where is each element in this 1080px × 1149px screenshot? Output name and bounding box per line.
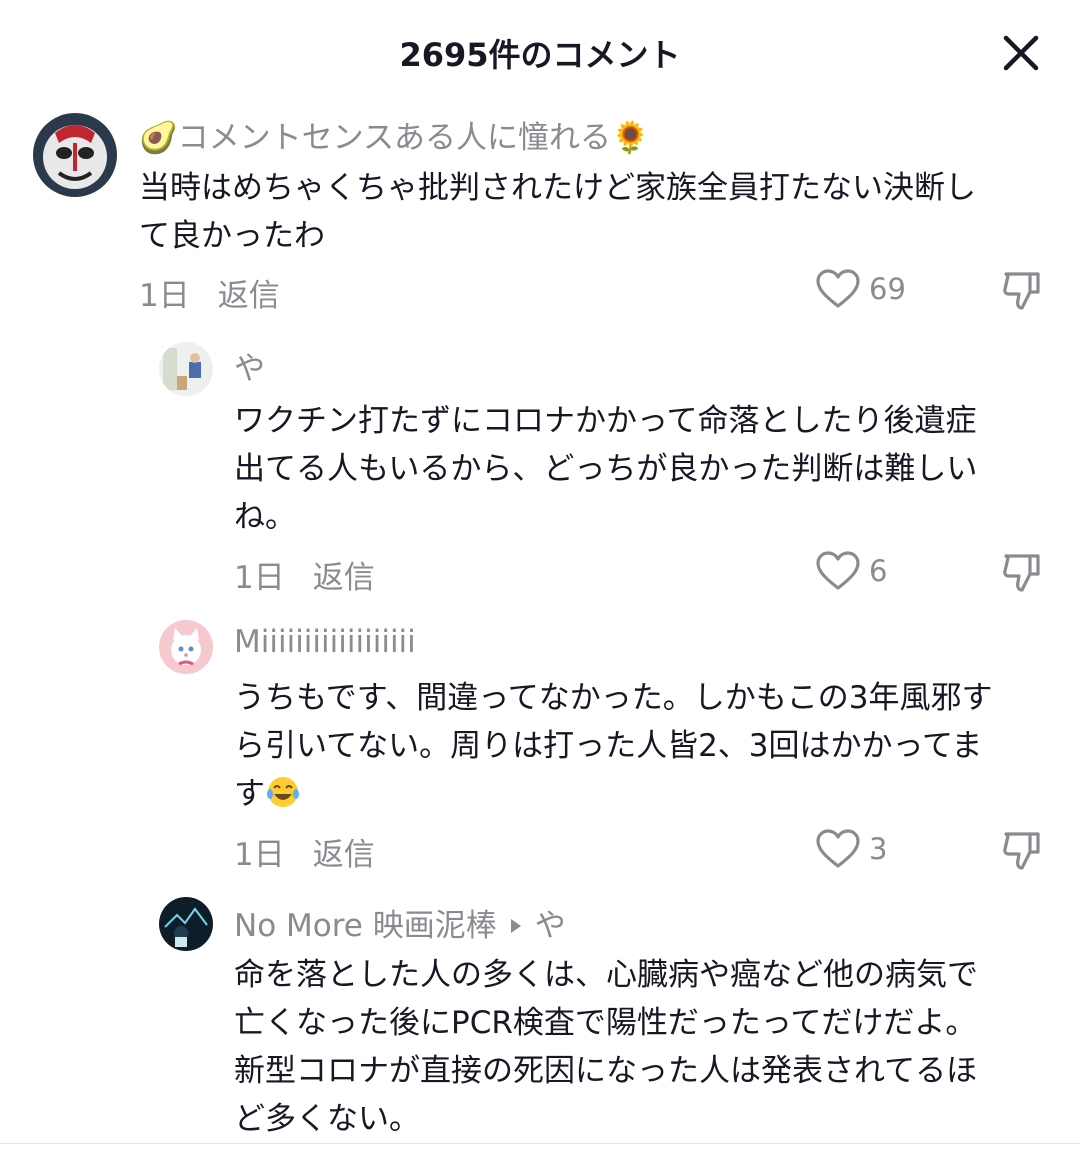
comment-meta: 1日 返信 <box>139 270 280 315</box>
comment-text: ワクチン打たずにコロナかかって命落としたり後遺症 出てる人もいるから、どっちが良… <box>234 397 977 541</box>
like-button[interactable]: 3 <box>815 828 887 870</box>
comment-time: 1日 <box>234 837 285 873</box>
heart-icon <box>816 269 860 308</box>
comment-meta: 1日 返信 <box>234 552 375 597</box>
heart-icon <box>816 551 860 590</box>
comment-username[interactable]: Miiiiiiiiiiiiiiiiii <box>234 624 416 660</box>
comments-header: 2695件のコメント <box>0 0 1080 104</box>
comment-time: 1日 <box>234 560 285 596</box>
comment-line: ら引いてない。周りは打った人皆2、3回はかかってま <box>234 728 983 764</box>
like-button[interactable]: 69 <box>815 268 906 310</box>
like-count: 6 <box>869 554 888 588</box>
comments-count-title: 2695件のコメント <box>399 36 681 74</box>
comment-username[interactable]: や <box>234 343 265 388</box>
comment-line: 命を落とした人の多くは、心臓病や癌など他の病気で <box>234 957 978 993</box>
like-button[interactable]: 6 <box>815 550 887 592</box>
comment-meta: 1日 返信 <box>234 829 375 874</box>
like-count: 69 <box>869 272 906 306</box>
reply-button[interactable]: 返信 <box>218 278 280 314</box>
comment-line: ね。 <box>234 499 296 535</box>
comment-text: うちもです、間違ってなかった。しかもこの3年風邪す ら引いてない。周りは打った人… <box>234 674 992 818</box>
dislike-icon[interactable] <box>1000 828 1044 872</box>
comment-line: 新型コロナが直接の死因になった人は発表されてるほ <box>234 1053 978 1089</box>
comment-text: 命を落とした人の多くは、心臓病や癌など他の病気で 亡くなった後にPCR検査で陽性… <box>234 951 978 1143</box>
close-icon[interactable] <box>998 30 1044 76</box>
reply-button[interactable]: 返信 <box>313 837 375 873</box>
reply-button[interactable]: 返信 <box>313 560 375 596</box>
like-count: 3 <box>869 832 888 866</box>
comment-text: 当時はめちゃくちゃ批判されたけど家族全員打たない決断し て良かったわ <box>139 164 976 260</box>
comment-line: 出てる人もいるから、どっちが良かった判断は難しい <box>234 451 978 487</box>
comment-line: 亡くなった後にPCR検査で陽性だったってだけだよ。 <box>234 1005 977 1041</box>
dislike-icon[interactable] <box>1000 550 1044 594</box>
comment-line-text: す <box>234 776 265 812</box>
dislike-icon[interactable] <box>1000 268 1044 312</box>
comment-line: うちもです、間違ってなかった。しかもこの3年風邪す <box>234 680 993 716</box>
heart-icon <box>816 829 860 868</box>
tears-of-joy-emoji <box>267 777 299 807</box>
avatar[interactable] <box>159 620 213 674</box>
comment-line: ワクチン打たずにコロナかかって命落としたり後遺症 <box>234 403 977 439</box>
comment-line: す <box>234 770 992 818</box>
avatar[interactable] <box>159 342 213 396</box>
reply-author[interactable]: No More 映画泥棒 <box>234 908 497 944</box>
avatar[interactable] <box>33 113 117 197</box>
bottom-divider <box>0 1143 1080 1144</box>
comment-username[interactable]: 🥑コメントセンスある人に憧れる🌻 <box>139 112 650 157</box>
comment-username: No More 映画泥棒 や <box>234 900 566 945</box>
avatar[interactable] <box>159 897 213 951</box>
reply-target[interactable]: や <box>535 908 566 944</box>
comment-line: 当時はめちゃくちゃ批判されたけど家族全員打たない決断し <box>139 170 976 206</box>
comment-time: 1日 <box>139 278 190 314</box>
caret-right-icon <box>510 919 521 933</box>
comment-line: て良かったわ <box>139 218 325 254</box>
comment-line: ど多くない。 <box>234 1101 420 1137</box>
